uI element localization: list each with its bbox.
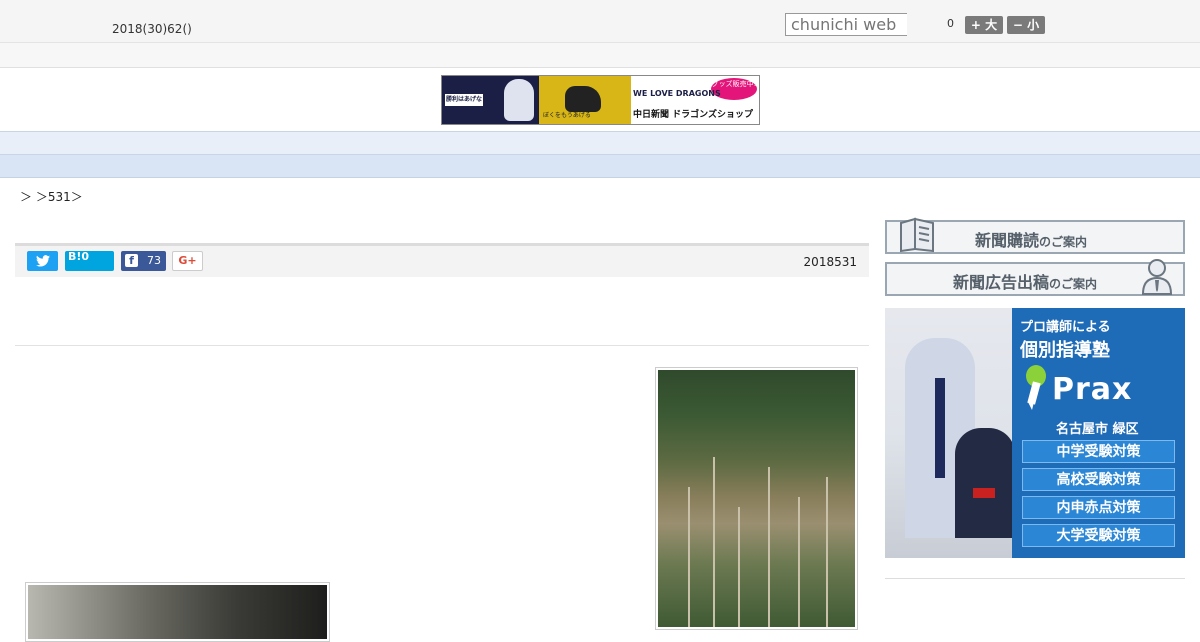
newspaper-icon: [900, 217, 934, 253]
article-photo-closeup[interactable]: [25, 582, 330, 642]
pencil-icon: [1026, 365, 1046, 410]
ad-pill: 高校受験対策: [1022, 468, 1175, 491]
advertising-label: 新聞広告出稿のご案内: [953, 273, 1098, 292]
banner-right-panel: グッズ販売中! WE LOVE DRAGONS 中日新聞 ドラゴンズショップ: [631, 76, 759, 124]
header-band: [0, 43, 1200, 68]
bamboo-forest-image: [658, 370, 855, 627]
ad-photo: [885, 308, 1015, 558]
share-bar: B!0 f 73 G+ 2018531: [15, 243, 869, 277]
banner-badge: 勝利はあげない: [445, 94, 483, 115]
header-date: 2018(30)62(): [112, 22, 192, 36]
banner-left-panel: 勝利はあげない: [442, 76, 539, 124]
shop-name-text: 中日新聞 ドラゴンズショップ: [633, 110, 753, 120]
bull-image: [565, 86, 601, 112]
top-bar: 2018(30)62() 0 + 大 − 小: [0, 0, 1200, 43]
ad-pill: 中学受験対策: [1022, 440, 1175, 463]
we-love-dragons-text: WE LOVE DRAGONS: [633, 89, 721, 98]
hatena-bookmark-button[interactable]: B!0: [65, 250, 114, 271]
advertising-guide-button[interactable]: 新聞広告出稿のご案内: [885, 259, 1185, 296]
bow-figure: [973, 488, 995, 498]
font-size-increase-button[interactable]: + 大: [965, 16, 1003, 34]
twitter-icon: [35, 255, 50, 267]
mascot-image: [504, 79, 534, 121]
ad-line1: プロ講師による: [1020, 320, 1111, 335]
person-icon: [1141, 259, 1173, 295]
prax-ad[interactable]: プロ講師による 個別指導塾 Prax 名古屋市 緑区 中学受験対策 高校受験対策…: [885, 308, 1185, 558]
search-input[interactable]: [785, 13, 907, 36]
main-nav: [0, 131, 1200, 155]
google-plus-button[interactable]: G+: [172, 251, 203, 271]
twitter-share-button[interactable]: [27, 251, 58, 271]
ad-line2: 個別指導塾: [1020, 340, 1110, 361]
font-size-decrease-button[interactable]: − 小: [1007, 16, 1045, 34]
banner-mid-panel: ぼくをもうあげる: [539, 76, 631, 124]
bamboo-flower-image: [28, 585, 327, 639]
tie-figure: [935, 378, 945, 478]
facebook-icon: f: [125, 254, 138, 267]
article-photo-bamboo[interactable]: [655, 367, 858, 630]
ad-pill: 大学受験対策: [1022, 524, 1175, 547]
dragons-shop-banner[interactable]: 勝利はあげない ぼくをもうあげる グッズ販売中! WE LOVE DRAGONS…: [441, 75, 760, 125]
ad-text-panel: プロ講師による 個別指導塾 Prax 名古屋市 緑区 中学受験対策 高校受験対策…: [1012, 308, 1185, 558]
prax-logo: Prax: [1052, 372, 1133, 407]
sub-nav: [0, 155, 1200, 178]
divider: [15, 345, 869, 346]
ad-pill: 内申赤点対策: [1022, 496, 1175, 519]
breadcrumb[interactable]: ＞ ＞531＞: [20, 188, 83, 205]
facebook-share-button[interactable]: f 73: [121, 251, 166, 271]
sidebar-divider: [885, 578, 1185, 579]
facebook-count: 73: [147, 254, 161, 267]
hatena-count: B!0: [68, 250, 90, 263]
subscription-label: 新聞購読のご案内: [975, 231, 1088, 250]
student-figure: [955, 428, 1015, 538]
ad-area: 名古屋市 緑区: [1056, 422, 1139, 437]
publish-date: 2018531: [803, 255, 857, 269]
subscription-guide-button[interactable]: 新聞購読のご案内: [885, 217, 1185, 254]
banner-mid-text: ぼくをもうあげる: [543, 112, 591, 119]
font-size-count: 0: [947, 17, 954, 30]
